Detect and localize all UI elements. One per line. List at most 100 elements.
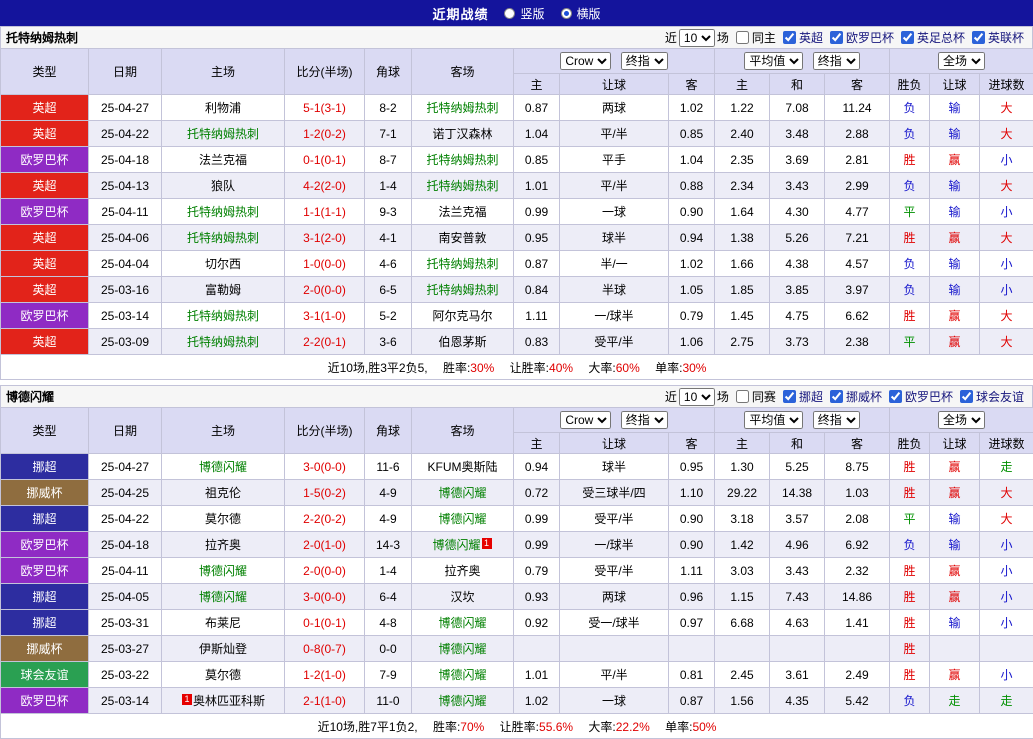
league-checkbox-2[interactable] — [889, 390, 902, 403]
league-badge[interactable]: 欧罗巴杯 — [1, 558, 89, 584]
away-team[interactable]: 托特纳姆热刺 — [412, 95, 514, 121]
home-team[interactable]: 博德闪耀 — [162, 454, 285, 480]
league-badge[interactable]: 欧罗巴杯 — [1, 199, 89, 225]
home-team[interactable]: 托特纳姆热刺 — [162, 121, 285, 147]
home-team[interactable]: 布莱尼 — [162, 610, 285, 636]
league-badge[interactable]: 欧罗巴杯 — [1, 303, 89, 329]
score[interactable]: 2-2(0-1) — [285, 329, 365, 355]
away-team[interactable]: 法兰克福 — [412, 199, 514, 225]
league-badge[interactable]: 挪超 — [1, 506, 89, 532]
league-checkbox-1[interactable] — [830, 390, 843, 403]
home-team[interactable]: 利物浦 — [162, 95, 285, 121]
score[interactable]: 2-0(0-0) — [285, 558, 365, 584]
away-team[interactable]: 南安普敦 — [412, 225, 514, 251]
league-checkbox-1[interactable] — [830, 31, 843, 44]
league-badge[interactable]: 挪超 — [1, 584, 89, 610]
league-checkbox-3[interactable] — [960, 390, 973, 403]
bookmaker-select[interactable]: Crow — [560, 411, 611, 429]
home-team[interactable]: 托特纳姆热刺 — [162, 199, 285, 225]
away-team[interactable]: 伯恩茅斯 — [412, 329, 514, 355]
score[interactable]: 2-0(1-0) — [285, 532, 365, 558]
same-venue-checkbox[interactable] — [736, 390, 749, 403]
home-team[interactable]: 托特纳姆热刺 — [162, 329, 285, 355]
same-venue-checkbox[interactable] — [736, 31, 749, 44]
league-badge[interactable]: 挪超 — [1, 454, 89, 480]
away-team[interactable]: 博德闪耀1 — [412, 532, 514, 558]
final-odds-select[interactable]: 终指 — [621, 52, 668, 70]
league-badge[interactable]: 英超 — [1, 121, 89, 147]
home-team[interactable]: 切尔西 — [162, 251, 285, 277]
away-team[interactable]: 托特纳姆热刺 — [412, 147, 514, 173]
league-checkbox-2[interactable] — [901, 31, 914, 44]
home-team[interactable]: 1奥林匹亚科斯 — [162, 688, 285, 714]
home-team[interactable]: 法兰克福 — [162, 147, 285, 173]
score[interactable]: 4-2(2-0) — [285, 173, 365, 199]
scope-select[interactable]: 全场 — [938, 411, 985, 429]
away-team[interactable]: 博德闪耀 — [412, 480, 514, 506]
match-count-select[interactable]: 10 — [679, 388, 715, 406]
league-badge[interactable]: 英超 — [1, 329, 89, 355]
away-team[interactable]: 拉齐奥 — [412, 558, 514, 584]
league-checkbox-0[interactable] — [783, 390, 796, 403]
league-badge[interactable]: 英超 — [1, 251, 89, 277]
league-badge[interactable]: 英超 — [1, 95, 89, 121]
away-team[interactable]: 汉坎 — [412, 584, 514, 610]
score[interactable]: 3-1(1-0) — [285, 303, 365, 329]
home-team[interactable]: 博德闪耀 — [162, 558, 285, 584]
score[interactable]: 1-2(1-0) — [285, 662, 365, 688]
final-odds-select-2[interactable]: 终指 — [813, 411, 860, 429]
away-team[interactable]: 博德闪耀 — [412, 636, 514, 662]
home-team[interactable]: 博德闪耀 — [162, 584, 285, 610]
away-team[interactable]: 托特纳姆热刺 — [412, 251, 514, 277]
home-team[interactable]: 祖克伦 — [162, 480, 285, 506]
average-select[interactable]: 平均值 — [744, 411, 803, 429]
league-badge[interactable]: 欧罗巴杯 — [1, 688, 89, 714]
bookmaker-select[interactable]: Crow — [560, 52, 611, 70]
league-badge[interactable]: 挪威杯 — [1, 636, 89, 662]
league-badge[interactable]: 英超 — [1, 277, 89, 303]
away-team[interactable]: 托特纳姆热刺 — [412, 173, 514, 199]
average-select[interactable]: 平均值 — [744, 52, 803, 70]
final-odds-select-2[interactable]: 终指 — [813, 52, 860, 70]
score[interactable]: 5-1(3-1) — [285, 95, 365, 121]
away-team[interactable]: 博德闪耀 — [412, 688, 514, 714]
away-team[interactable]: 诺丁汉森林 — [412, 121, 514, 147]
score[interactable]: 0-1(0-1) — [285, 147, 365, 173]
home-team[interactable]: 莫尔德 — [162, 506, 285, 532]
league-badge[interactable]: 挪超 — [1, 610, 89, 636]
league-checkbox-3[interactable] — [972, 31, 985, 44]
league-badge[interactable]: 挪威杯 — [1, 480, 89, 506]
score[interactable]: 1-5(0-2) — [285, 480, 365, 506]
score[interactable]: 2-0(0-0) — [285, 277, 365, 303]
home-team[interactable]: 伊斯灿登 — [162, 636, 285, 662]
score[interactable]: 2-1(1-0) — [285, 688, 365, 714]
score[interactable]: 3-1(2-0) — [285, 225, 365, 251]
league-badge[interactable]: 英超 — [1, 225, 89, 251]
score[interactable]: 1-2(0-2) — [285, 121, 365, 147]
league-badge[interactable]: 欧罗巴杯 — [1, 147, 89, 173]
scope-select[interactable]: 全场 — [938, 52, 985, 70]
home-team[interactable]: 狼队 — [162, 173, 285, 199]
away-team[interactable]: KFUM奥斯陆 — [412, 454, 514, 480]
league-checkbox-0[interactable] — [783, 31, 796, 44]
home-team[interactable]: 富勒姆 — [162, 277, 285, 303]
home-team[interactable]: 莫尔德 — [162, 662, 285, 688]
score[interactable]: 1-1(1-1) — [285, 199, 365, 225]
home-team[interactable]: 拉齐奥 — [162, 532, 285, 558]
score[interactable]: 0-1(0-1) — [285, 610, 365, 636]
home-team[interactable]: 托特纳姆热刺 — [162, 225, 285, 251]
away-team[interactable]: 托特纳姆热刺 — [412, 277, 514, 303]
score[interactable]: 3-0(0-0) — [285, 584, 365, 610]
score[interactable]: 1-0(0-0) — [285, 251, 365, 277]
score[interactable]: 2-2(0-2) — [285, 506, 365, 532]
league-badge[interactable]: 英超 — [1, 173, 89, 199]
away-team[interactable]: 阿尔克马尔 — [412, 303, 514, 329]
league-badge[interactable]: 球会友谊 — [1, 662, 89, 688]
horizontal-layout-radio[interactable] — [561, 8, 572, 19]
vertical-layout-radio[interactable] — [504, 8, 515, 19]
score[interactable]: 3-0(0-0) — [285, 454, 365, 480]
home-team[interactable]: 托特纳姆热刺 — [162, 303, 285, 329]
away-team[interactable]: 博德闪耀 — [412, 610, 514, 636]
match-count-select[interactable]: 10 — [679, 29, 715, 47]
final-odds-select[interactable]: 终指 — [621, 411, 668, 429]
